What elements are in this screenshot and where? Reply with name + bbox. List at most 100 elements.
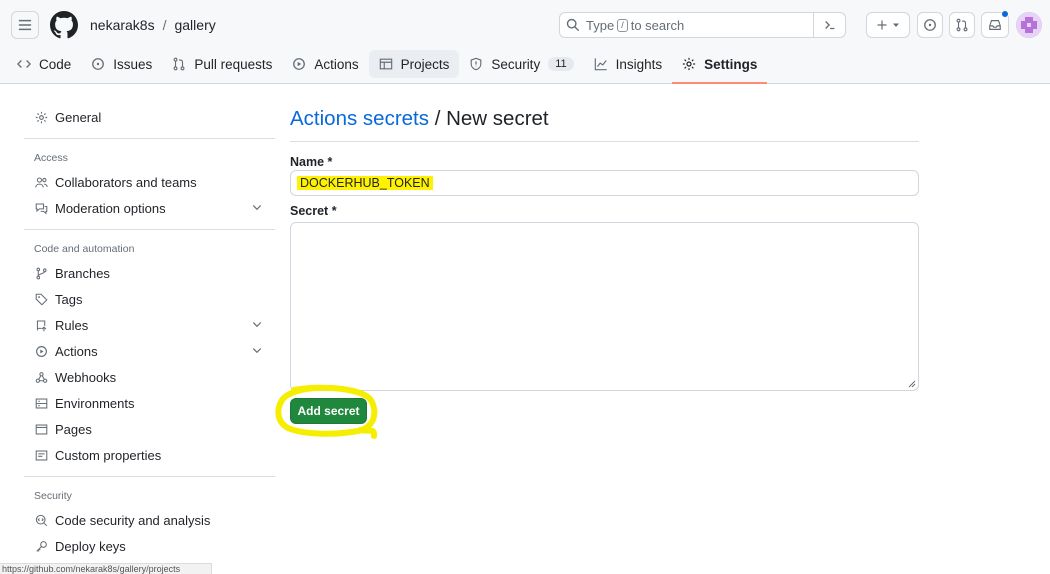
sidebar-item-collaborators[interactable]: Collaborators and teams <box>24 169 275 195</box>
create-new-button[interactable] <box>866 12 910 38</box>
key-icon <box>35 540 47 552</box>
search-placeholder-prefix: Type <box>586 17 615 33</box>
gear-icon <box>683 57 696 71</box>
browser-icon <box>35 424 47 434</box>
tab-projects-label: Projects <box>400 56 450 72</box>
chevron-down-icon[interactable] <box>251 344 263 356</box>
security-count-badge: 11 <box>548 57 574 71</box>
tab-issues-label: Issues <box>113 56 153 72</box>
sidebar-item-webhooks[interactable]: Webhooks <box>24 364 275 390</box>
tab-actions-label: Actions <box>314 56 359 72</box>
sidebar-item-rules[interactable]: Rules <box>24 312 275 338</box>
sidebar-item-general[interactable]: General <box>24 104 275 130</box>
tab-code[interactable]: Code <box>7 50 81 78</box>
secret-label: Secret * <box>290 204 337 218</box>
sidebar-item-code-security[interactable]: Code security and analysis <box>24 507 275 533</box>
tab-insights[interactable]: Insights <box>584 50 673 78</box>
chevron-down-icon[interactable] <box>251 201 263 213</box>
tab-code-label: Code <box>39 56 72 72</box>
breadcrumb-separator: / <box>162 17 167 33</box>
plus-icon <box>877 20 887 30</box>
sidebar-item-label: Pages <box>55 421 92 437</box>
title-divider <box>290 141 919 142</box>
page-title: Actions secrets / New secret <box>290 107 549 131</box>
tab-pull-requests-label: Pull requests <box>194 56 273 72</box>
tab-issues[interactable]: Issues <box>81 50 162 78</box>
github-logo-icon[interactable] <box>50 11 78 39</box>
git-pull-request-icon <box>956 18 968 32</box>
sidebar-heading-access: Access <box>34 152 68 164</box>
sidebar-item-deploy-keys[interactable]: Deploy keys <box>24 533 275 559</box>
sidebar-item-label: Actions <box>55 343 98 359</box>
sidebar-item-label: Environments <box>55 395 135 411</box>
gear-icon <box>35 111 47 123</box>
sidebar-item-label: Code security and analysis <box>55 512 211 528</box>
inbox-icon <box>989 20 1001 30</box>
codescan-icon <box>35 514 47 526</box>
issues-button[interactable] <box>917 12 943 38</box>
secret-name-input[interactable]: DOCKERHUB_TOKEN <box>290 170 919 196</box>
pull-requests-button[interactable] <box>949 12 975 38</box>
sidebar-item-label: Rules <box>55 317 89 333</box>
issue-opened-icon <box>924 19 936 31</box>
sidebar-divider <box>24 138 275 139</box>
secret-name-value: DOCKERHUB_TOKEN <box>297 176 433 190</box>
resize-grip-icon[interactable] <box>908 380 916 388</box>
sidebar-item-label: General <box>55 109 102 125</box>
tab-pull-requests[interactable]: Pull requests <box>162 50 282 78</box>
sidebar-item-label: Branches <box>55 265 110 281</box>
menu-button[interactable] <box>11 11 39 39</box>
caret-down-icon <box>893 23 899 27</box>
sidebar-heading-security: Security <box>34 490 72 502</box>
repo-push-icon <box>36 320 46 331</box>
chevron-down-icon[interactable] <box>251 318 263 330</box>
search-input[interactable]: Type / to search <box>559 12 846 38</box>
name-label: Name * <box>290 155 333 169</box>
sidebar-heading-code-automation: Code and automation <box>34 243 135 255</box>
command-palette-button[interactable] <box>813 13 845 37</box>
tab-security[interactable]: Security 11 <box>459 50 583 78</box>
sidebar-item-label: Tags <box>55 291 83 307</box>
settings-sidebar: General Access Collaborators and teams M… <box>24 100 275 559</box>
secret-value-textarea[interactable] <box>290 222 919 391</box>
search-icon <box>566 18 580 32</box>
sidebar-item-tags[interactable]: Tags <box>24 286 275 312</box>
tab-settings[interactable]: Settings <box>672 50 768 84</box>
sidebar-item-environments[interactable]: Environments <box>24 390 275 416</box>
sidebar-item-label: Collaborators and teams <box>55 174 197 190</box>
issue-icon <box>92 58 105 70</box>
sidebar-divider <box>24 476 275 477</box>
sidebar-divider <box>24 229 275 230</box>
status-url-bar: https://github.com/nekarak8s/gallery/pro… <box>0 563 212 574</box>
sidebar-item-custom-properties[interactable]: Custom properties <box>24 442 275 468</box>
add-secret-button[interactable]: Add secret <box>290 398 367 424</box>
avatar[interactable] <box>1016 12 1042 38</box>
sidebar-item-actions[interactable]: Actions <box>24 338 275 364</box>
sidebar-item-moderation[interactable]: Moderation options <box>24 195 275 221</box>
repo-header: nekarak8s / gallery Type / to search Cod… <box>0 0 1050 84</box>
git-branch-icon <box>35 267 47 279</box>
notification-dot <box>1001 10 1009 18</box>
webhook-icon <box>35 371 47 383</box>
tab-actions[interactable]: Actions <box>282 50 368 78</box>
repo-tab-nav: Code Issues Pull requests Actions Projec… <box>0 50 768 84</box>
tab-projects[interactable]: Projects <box>368 50 460 78</box>
play-icon <box>293 58 306 70</box>
sidebar-item-pages[interactable]: Pages <box>24 416 275 442</box>
sidebar-item-branches[interactable]: Branches <box>24 260 275 286</box>
note-icon <box>35 450 47 460</box>
tab-insights-label: Insights <box>615 56 663 72</box>
graph-icon <box>594 58 607 71</box>
table-icon <box>379 58 392 70</box>
sidebar-item-label: Moderation options <box>55 200 166 216</box>
actions-secrets-link[interactable]: Actions secrets <box>290 107 429 130</box>
owner-link[interactable]: nekarak8s <box>90 17 155 33</box>
identicon-icon <box>1016 12 1042 38</box>
tab-settings-label: Settings <box>704 56 758 72</box>
repo-link[interactable]: gallery <box>174 17 215 33</box>
search-shortcut-key: / <box>617 18 628 32</box>
breadcrumb: nekarak8s / gallery <box>90 17 216 33</box>
sidebar-item-label: Deploy keys <box>55 538 126 554</box>
terminal-icon <box>824 21 834 30</box>
play-icon <box>35 345 47 357</box>
